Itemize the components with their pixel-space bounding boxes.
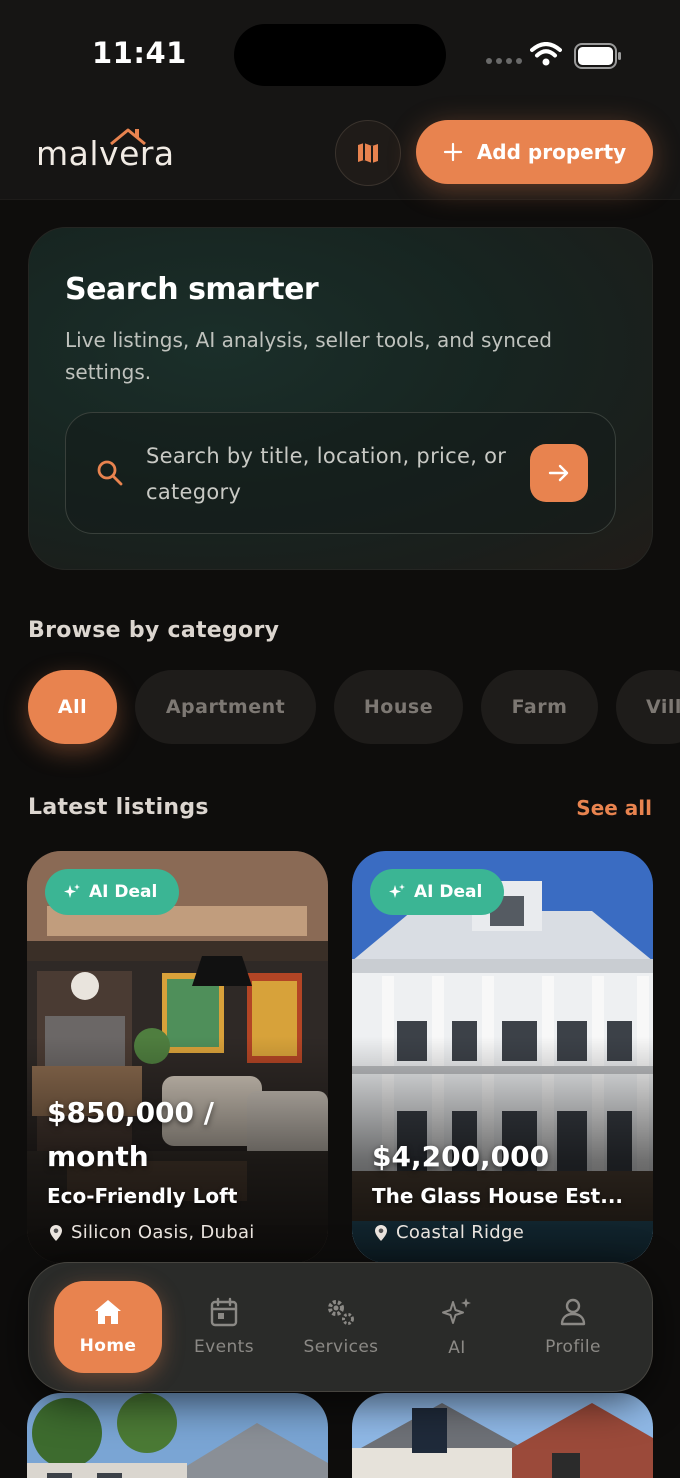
wifi-icon: [530, 42, 562, 66]
location-pin-icon: [50, 1224, 62, 1241]
nav-services-label: Services: [303, 1337, 379, 1357]
listing-card[interactable]: AI Deal $4,200,000 The Glass House Est..…: [352, 851, 653, 1263]
listings-heading: Latest listings: [28, 795, 209, 820]
map-button[interactable]: [335, 120, 401, 186]
dynamic-island: [234, 24, 446, 86]
listing-title: The Glass House Est...: [372, 1184, 624, 1208]
category-chips: All Apartment House Farm Vill: [28, 670, 680, 744]
badge-label: AI Deal: [414, 882, 483, 902]
category-chip-villa[interactable]: Vill: [616, 670, 680, 744]
add-property-button[interactable]: Add property: [416, 120, 653, 184]
hero-subtitle: Live listings, AI analysis, seller tools…: [65, 328, 552, 384]
app-header: malvera Add property: [0, 104, 680, 200]
nav-home-label: Home: [79, 1336, 137, 1356]
user-icon: [560, 1298, 586, 1326]
nav-profile-label: Profile: [545, 1337, 601, 1357]
hero-title: Search smarter: [65, 272, 319, 307]
search-submit-button[interactable]: [530, 444, 588, 502]
nav-profile[interactable]: Profile: [519, 1281, 627, 1373]
location-pin-icon: [375, 1224, 387, 1241]
listing-price: $4,200,000: [372, 1140, 550, 1173]
category-chip-apartment[interactable]: Apartment: [135, 670, 316, 744]
arrow-right-icon: [548, 464, 569, 482]
search-placeholder: Search by title, location, price, or cat…: [146, 444, 507, 504]
sparkles-icon: [389, 884, 405, 898]
add-property-label: Add property: [476, 140, 627, 164]
cellular-signal-icon: [486, 58, 522, 66]
hero-search-card: Search smarter Live listings, AI analysi…: [28, 227, 653, 570]
battery-icon: [574, 43, 621, 69]
listing-card[interactable]: [27, 1393, 328, 1478]
sparkles-icon: [64, 884, 80, 898]
status-time: 11:41: [92, 36, 187, 70]
bottom-nav: Home Events Services AI Profile: [28, 1262, 653, 1392]
map-icon: [358, 143, 378, 163]
nav-ai-label: AI: [448, 1338, 466, 1358]
sparkles-icon: [442, 1298, 471, 1324]
logo-text: malvera: [36, 134, 175, 173]
see-all-link[interactable]: See all: [576, 796, 652, 820]
search-input[interactable]: Search by title, location, price, or cat…: [65, 412, 616, 534]
badge-label: AI Deal: [89, 882, 158, 902]
category-chip-all[interactable]: All: [28, 670, 117, 744]
nav-home[interactable]: Home: [54, 1281, 162, 1373]
ai-deal-badge: AI Deal: [45, 869, 180, 915]
gears-icon: [328, 1300, 354, 1325]
listing-price: $850,000 /: [47, 1096, 214, 1129]
listing-card[interactable]: [352, 1393, 653, 1478]
nav-ai[interactable]: AI: [403, 1281, 511, 1373]
status-bar: 11:41: [0, 0, 680, 104]
location-text: Silicon Oasis, Dubai: [71, 1222, 255, 1243]
roof-logo-icon: [110, 128, 146, 146]
listing-price-period: month: [47, 1140, 149, 1173]
logo[interactable]: malvera: [36, 128, 175, 173]
plus-icon: [443, 142, 462, 162]
category-chip-house[interactable]: House: [334, 670, 463, 744]
listing-location: Coastal Ridge: [374, 1222, 524, 1243]
category-chip-farm[interactable]: Farm: [481, 670, 598, 744]
listing-card[interactable]: AI Deal $850,000 / month Eco-Friendly Lo…: [27, 851, 328, 1263]
categories-heading: Browse by category: [28, 618, 280, 643]
listing-photo-cottage: [27, 1393, 328, 1478]
listing-photo-brick-house: [352, 1393, 653, 1478]
nav-events-label: Events: [194, 1337, 254, 1357]
calendar-icon: [210, 1297, 238, 1327]
ai-deal-badge: AI Deal: [370, 869, 505, 915]
listing-location: Silicon Oasis, Dubai: [49, 1222, 255, 1243]
nav-services[interactable]: Services: [287, 1281, 395, 1373]
location-text: Coastal Ridge: [396, 1222, 525, 1243]
nav-events[interactable]: Events: [170, 1281, 278, 1373]
search-icon: [97, 460, 123, 486]
listing-title: Eco-Friendly Loft: [47, 1184, 238, 1208]
home-icon: [95, 1300, 121, 1324]
